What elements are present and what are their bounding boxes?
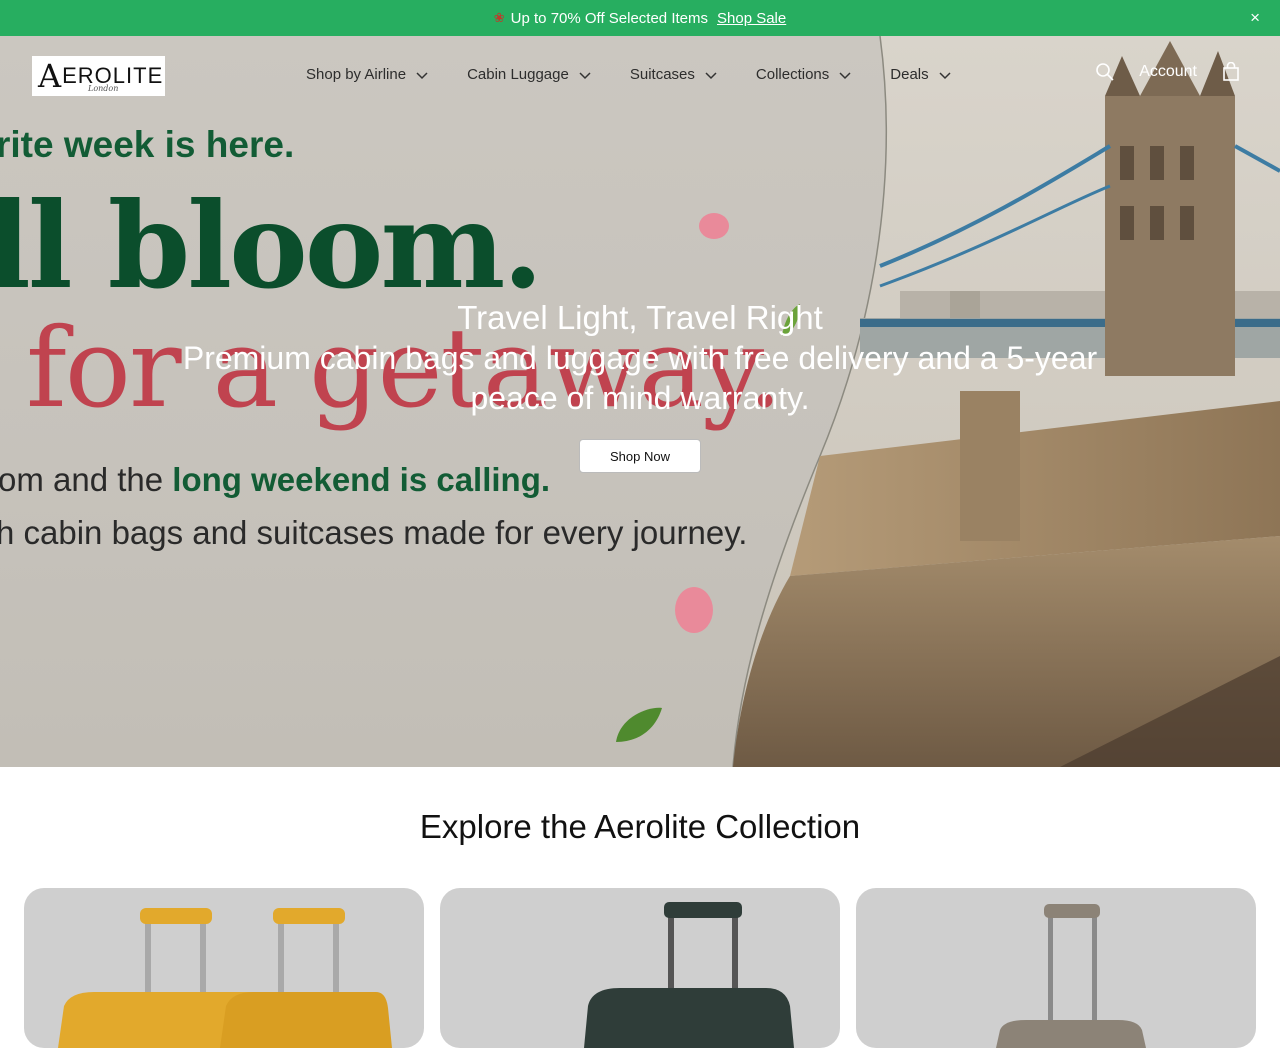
shop-sale-link[interactable]: Shop Sale xyxy=(717,10,786,27)
chevron-down-icon xyxy=(416,71,428,79)
nav-label: Collections xyxy=(755,66,830,83)
section-title: Explore the Aerolite Collection xyxy=(419,808,861,845)
hero-copy: Travel Light, Travel Right Premium cabin… xyxy=(0,298,1280,418)
nav-label: Suitcases xyxy=(629,66,695,83)
chevron-down-icon xyxy=(705,71,717,79)
hero-subtitle: Premium cabin bags and luggage with free… xyxy=(182,340,1098,416)
site-header: A EROLITE London Shop by Airline Cabin L… xyxy=(0,36,1280,116)
header-actions: Account xyxy=(1095,62,1240,82)
close-icon[interactable]: × xyxy=(1250,8,1260,28)
logo-subtitle: London xyxy=(88,84,119,93)
hero-title: Travel Light, Travel Right xyxy=(457,299,823,336)
grey-suitcase-image xyxy=(996,904,1146,1048)
chevron-down-icon xyxy=(939,71,951,79)
search-icon[interactable] xyxy=(1095,62,1115,82)
nav-cabin-luggage[interactable]: Cabin Luggage xyxy=(467,66,592,83)
chevron-down-icon xyxy=(839,71,851,79)
collection-card-grey-suitcase[interactable] xyxy=(856,888,1256,1048)
yellow-suitcases-image xyxy=(58,908,392,1048)
nav-suitcases[interactable]: Suitcases xyxy=(630,66,718,83)
nav-deals[interactable]: Deals xyxy=(890,66,951,83)
chevron-down-icon xyxy=(579,71,591,79)
nav-collections[interactable]: Collections xyxy=(756,66,852,83)
nav-label: Deals xyxy=(890,66,929,83)
logo-mark: A xyxy=(38,57,62,95)
collection-card-yellow-suitcases[interactable] xyxy=(24,888,424,1048)
nav-shop-by-airline[interactable]: Shop by Airline xyxy=(306,66,429,83)
collection-card-green-suitcase[interactable] xyxy=(440,888,840,1048)
nav-label: Cabin Luggage xyxy=(467,66,569,83)
nav-label: Shop by Airline xyxy=(306,66,407,83)
announcement-bar: ❀ Up to 70% Off Selected Items Shop Sale… xyxy=(0,0,1280,36)
hero-banner: rite week is here. ll bloom. for a getaw… xyxy=(0,36,1280,767)
main-nav: Shop by Airline Cabin Luggage Suitcases … xyxy=(306,66,990,83)
bow-icon: ❀ xyxy=(493,10,505,25)
announcement-text: Up to 70% Off Selected Items xyxy=(510,9,708,27)
shop-now-button[interactable]: Shop Now xyxy=(579,439,701,473)
bag-icon[interactable] xyxy=(1222,62,1240,82)
green-suitcase-image xyxy=(584,902,794,1048)
aerolite-logo[interactable]: A EROLITE London xyxy=(32,56,165,96)
account-link[interactable]: Account xyxy=(1139,63,1197,81)
